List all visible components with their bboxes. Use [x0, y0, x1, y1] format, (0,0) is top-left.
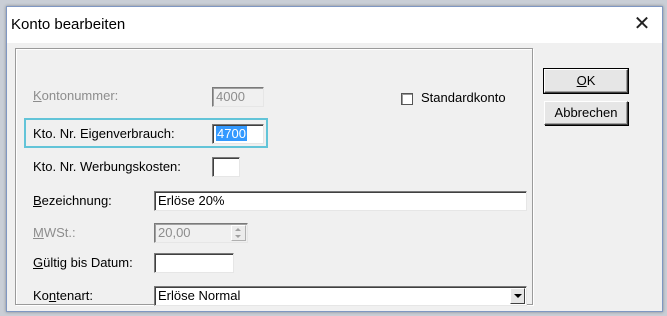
ok-button[interactable]: OK: [543, 68, 629, 94]
own-use-account-field[interactable]: 4700: [212, 124, 264, 144]
account-type-select[interactable]: Erlöse Normal: [154, 286, 527, 306]
account-type-value: Erlöse Normal: [158, 288, 241, 303]
description-label: Bezeichnung:: [33, 193, 112, 208]
account-number-label-rest: ontonummer:: [41, 88, 119, 103]
description-label-rest: ezeichnung:: [41, 193, 112, 208]
account-type-label-pre: Ko: [33, 288, 49, 303]
close-icon[interactable]: ✕: [628, 11, 656, 37]
advertising-account-field[interactable]: [212, 157, 240, 177]
account-number-label: Kontonummer:: [33, 88, 119, 103]
vat-label: MWSt.:: [33, 225, 76, 240]
dialog-title: Konto bearbeiten: [11, 16, 126, 33]
dialog-body: Kontonummer: 4000 Standardkonto Kto. Nr.…: [7, 43, 662, 311]
vat-value: 20,00: [158, 225, 191, 240]
account-type-label-post: tenart:: [56, 288, 93, 303]
account-type-label: Kontenart:: [33, 288, 93, 303]
valid-until-label: Gültig bis Datum:: [33, 255, 133, 270]
own-use-account-label: Kto. Nr. Eigenverbrauch:: [33, 126, 175, 141]
edit-account-dialog: Konto bearbeiten ✕ Kontonummer: 4000 Sta…: [6, 6, 663, 312]
account-fields-group: Kontonummer: 4000 Standardkonto Kto. Nr.…: [15, 48, 533, 306]
own-use-account-value: 4700: [216, 126, 247, 141]
ok-button-rest: K: [586, 73, 596, 88]
spin-arrows-icon[interactable]: [231, 225, 246, 241]
vat-spinbox[interactable]: 20,00: [154, 223, 248, 243]
title-bar: Konto bearbeiten ✕: [7, 7, 662, 43]
standard-account-label: Standardkonto: [421, 90, 506, 105]
standard-account-checkbox[interactable]: [401, 93, 413, 105]
valid-until-label-rest: ültig bis Datum:: [43, 255, 133, 270]
account-number-field[interactable]: 4000: [212, 87, 264, 107]
cancel-button[interactable]: Abbrechen: [544, 101, 628, 125]
valid-until-field[interactable]: [154, 253, 234, 273]
advertising-account-label: Kto. Nr. Werbungskosten:: [33, 159, 181, 174]
vat-label-rest: WSt.:: [43, 225, 76, 240]
chevron-down-icon[interactable]: [510, 288, 525, 304]
description-field[interactable]: Erlöse 20%: [154, 191, 527, 211]
